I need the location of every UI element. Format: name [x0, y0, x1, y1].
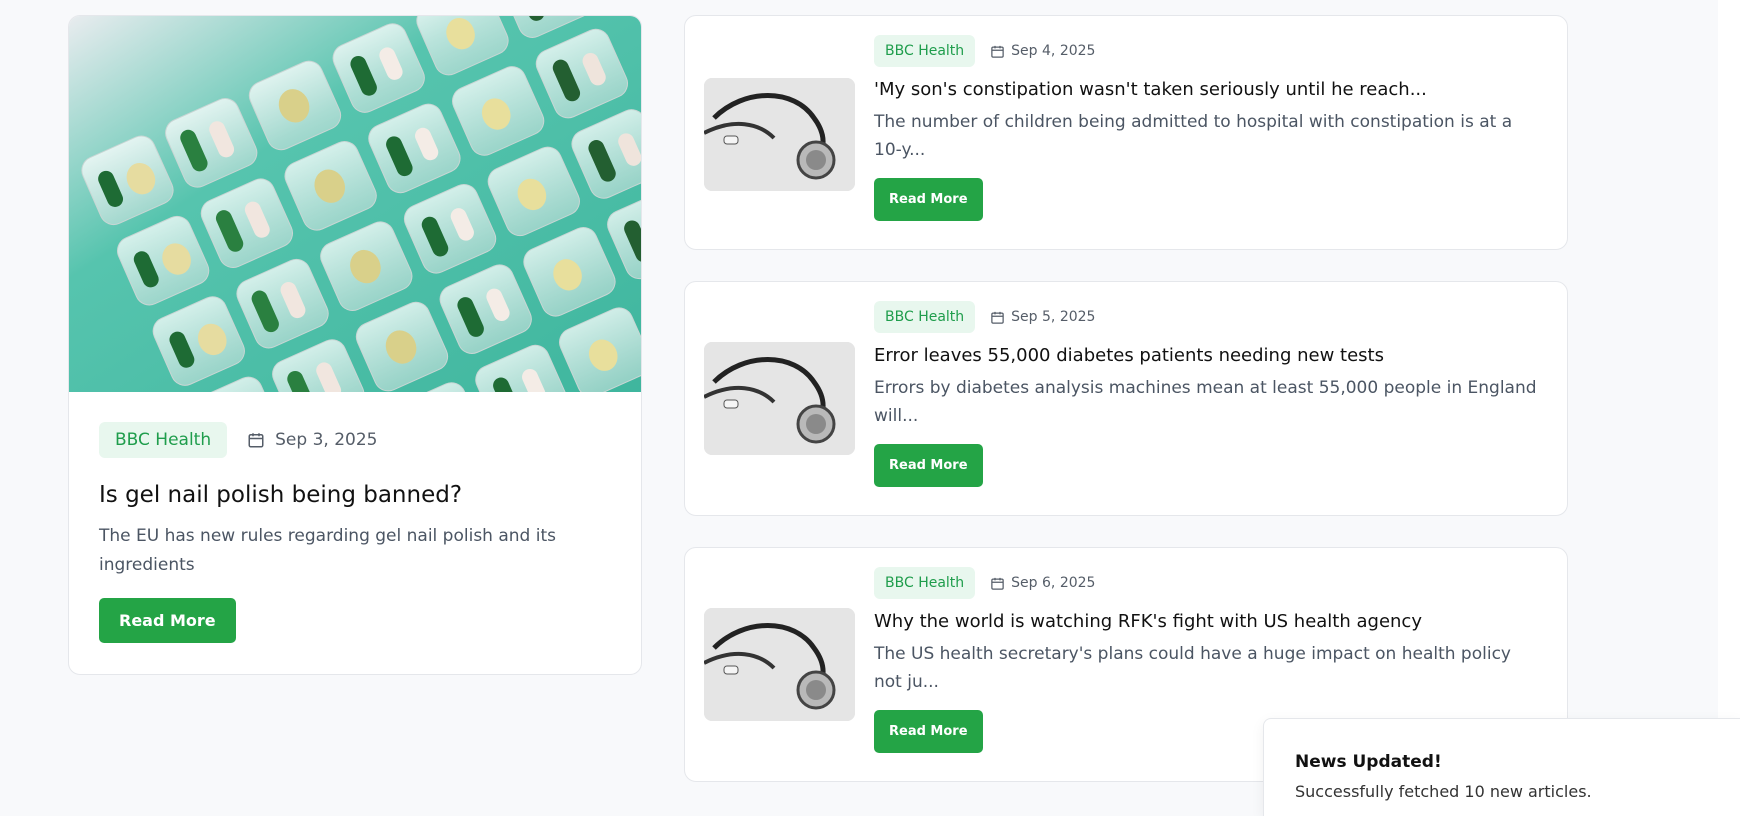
date-text: Sep 3, 2025 — [275, 430, 378, 450]
toast-message: Successfully fetched 10 new articles. — [1295, 782, 1592, 801]
toast-notification[interactable]: News Updated! Successfully fetched 10 ne… — [1263, 718, 1740, 816]
source-badge: BBC Health — [874, 301, 976, 333]
source-badge: BBC Health — [874, 567, 976, 599]
article-date: Sep 5, 2025 — [990, 309, 1095, 325]
article-card: BBC Health Sep 4, 2025 'My son's constip… — [684, 15, 1568, 250]
article-summary: The number of children being admitted to… — [874, 112, 1513, 160]
featured-article-card: BBC Health Sep 3, 2025 Is gel nail polis… — [68, 15, 642, 675]
date-text: Sep 4, 2025 — [1011, 43, 1096, 59]
article-summary: The US health secretary's plans could ha… — [874, 644, 1511, 692]
stethoscope-image[interactable] — [704, 342, 855, 455]
calendar-icon — [248, 433, 264, 448]
calendar-icon — [991, 45, 1004, 58]
source-badge: BBC Health — [874, 35, 976, 67]
calendar-icon — [991, 311, 1004, 324]
date-text: Sep 6, 2025 — [1011, 575, 1096, 591]
date-text: Sep 5, 2025 — [1011, 309, 1096, 325]
article-title[interactable]: Error leaves 55,000 diabetes patients ne… — [874, 345, 1537, 366]
article-title[interactable]: Why the world is watching RFK's fight wi… — [874, 611, 1537, 632]
read-more-button[interactable]: Read More — [874, 444, 983, 487]
article-date: Sep 4, 2025 — [990, 43, 1095, 59]
featured-article-image[interactable] — [69, 16, 641, 392]
stethoscope-image[interactable] — [704, 608, 855, 721]
article-date: Sep 3, 2025 — [247, 430, 377, 450]
source-badge: BBC Health — [99, 422, 228, 458]
calendar-icon — [991, 577, 1004, 590]
read-more-button[interactable]: Read More — [99, 598, 236, 643]
read-more-button[interactable]: Read More — [874, 710, 983, 753]
article-title[interactable]: 'My son's constipation wasn't taken seri… — [874, 79, 1537, 100]
featured-article-title[interactable]: Is gel nail polish being banned? — [99, 482, 611, 508]
featured-article-summary: The EU has new rules regarding gel nail … — [99, 526, 556, 575]
page-scrollbar[interactable] — [1718, 0, 1740, 816]
article-summary: Errors by diabetes analysis machines mea… — [874, 378, 1537, 426]
read-more-button[interactable]: Read More — [874, 178, 983, 221]
stethoscope-image[interactable] — [704, 78, 855, 191]
article-date: Sep 6, 2025 — [990, 575, 1095, 591]
article-card: BBC Health Sep 5, 2025 Error leaves 55,0… — [684, 281, 1568, 516]
toast-title: News Updated! — [1295, 752, 1442, 772]
